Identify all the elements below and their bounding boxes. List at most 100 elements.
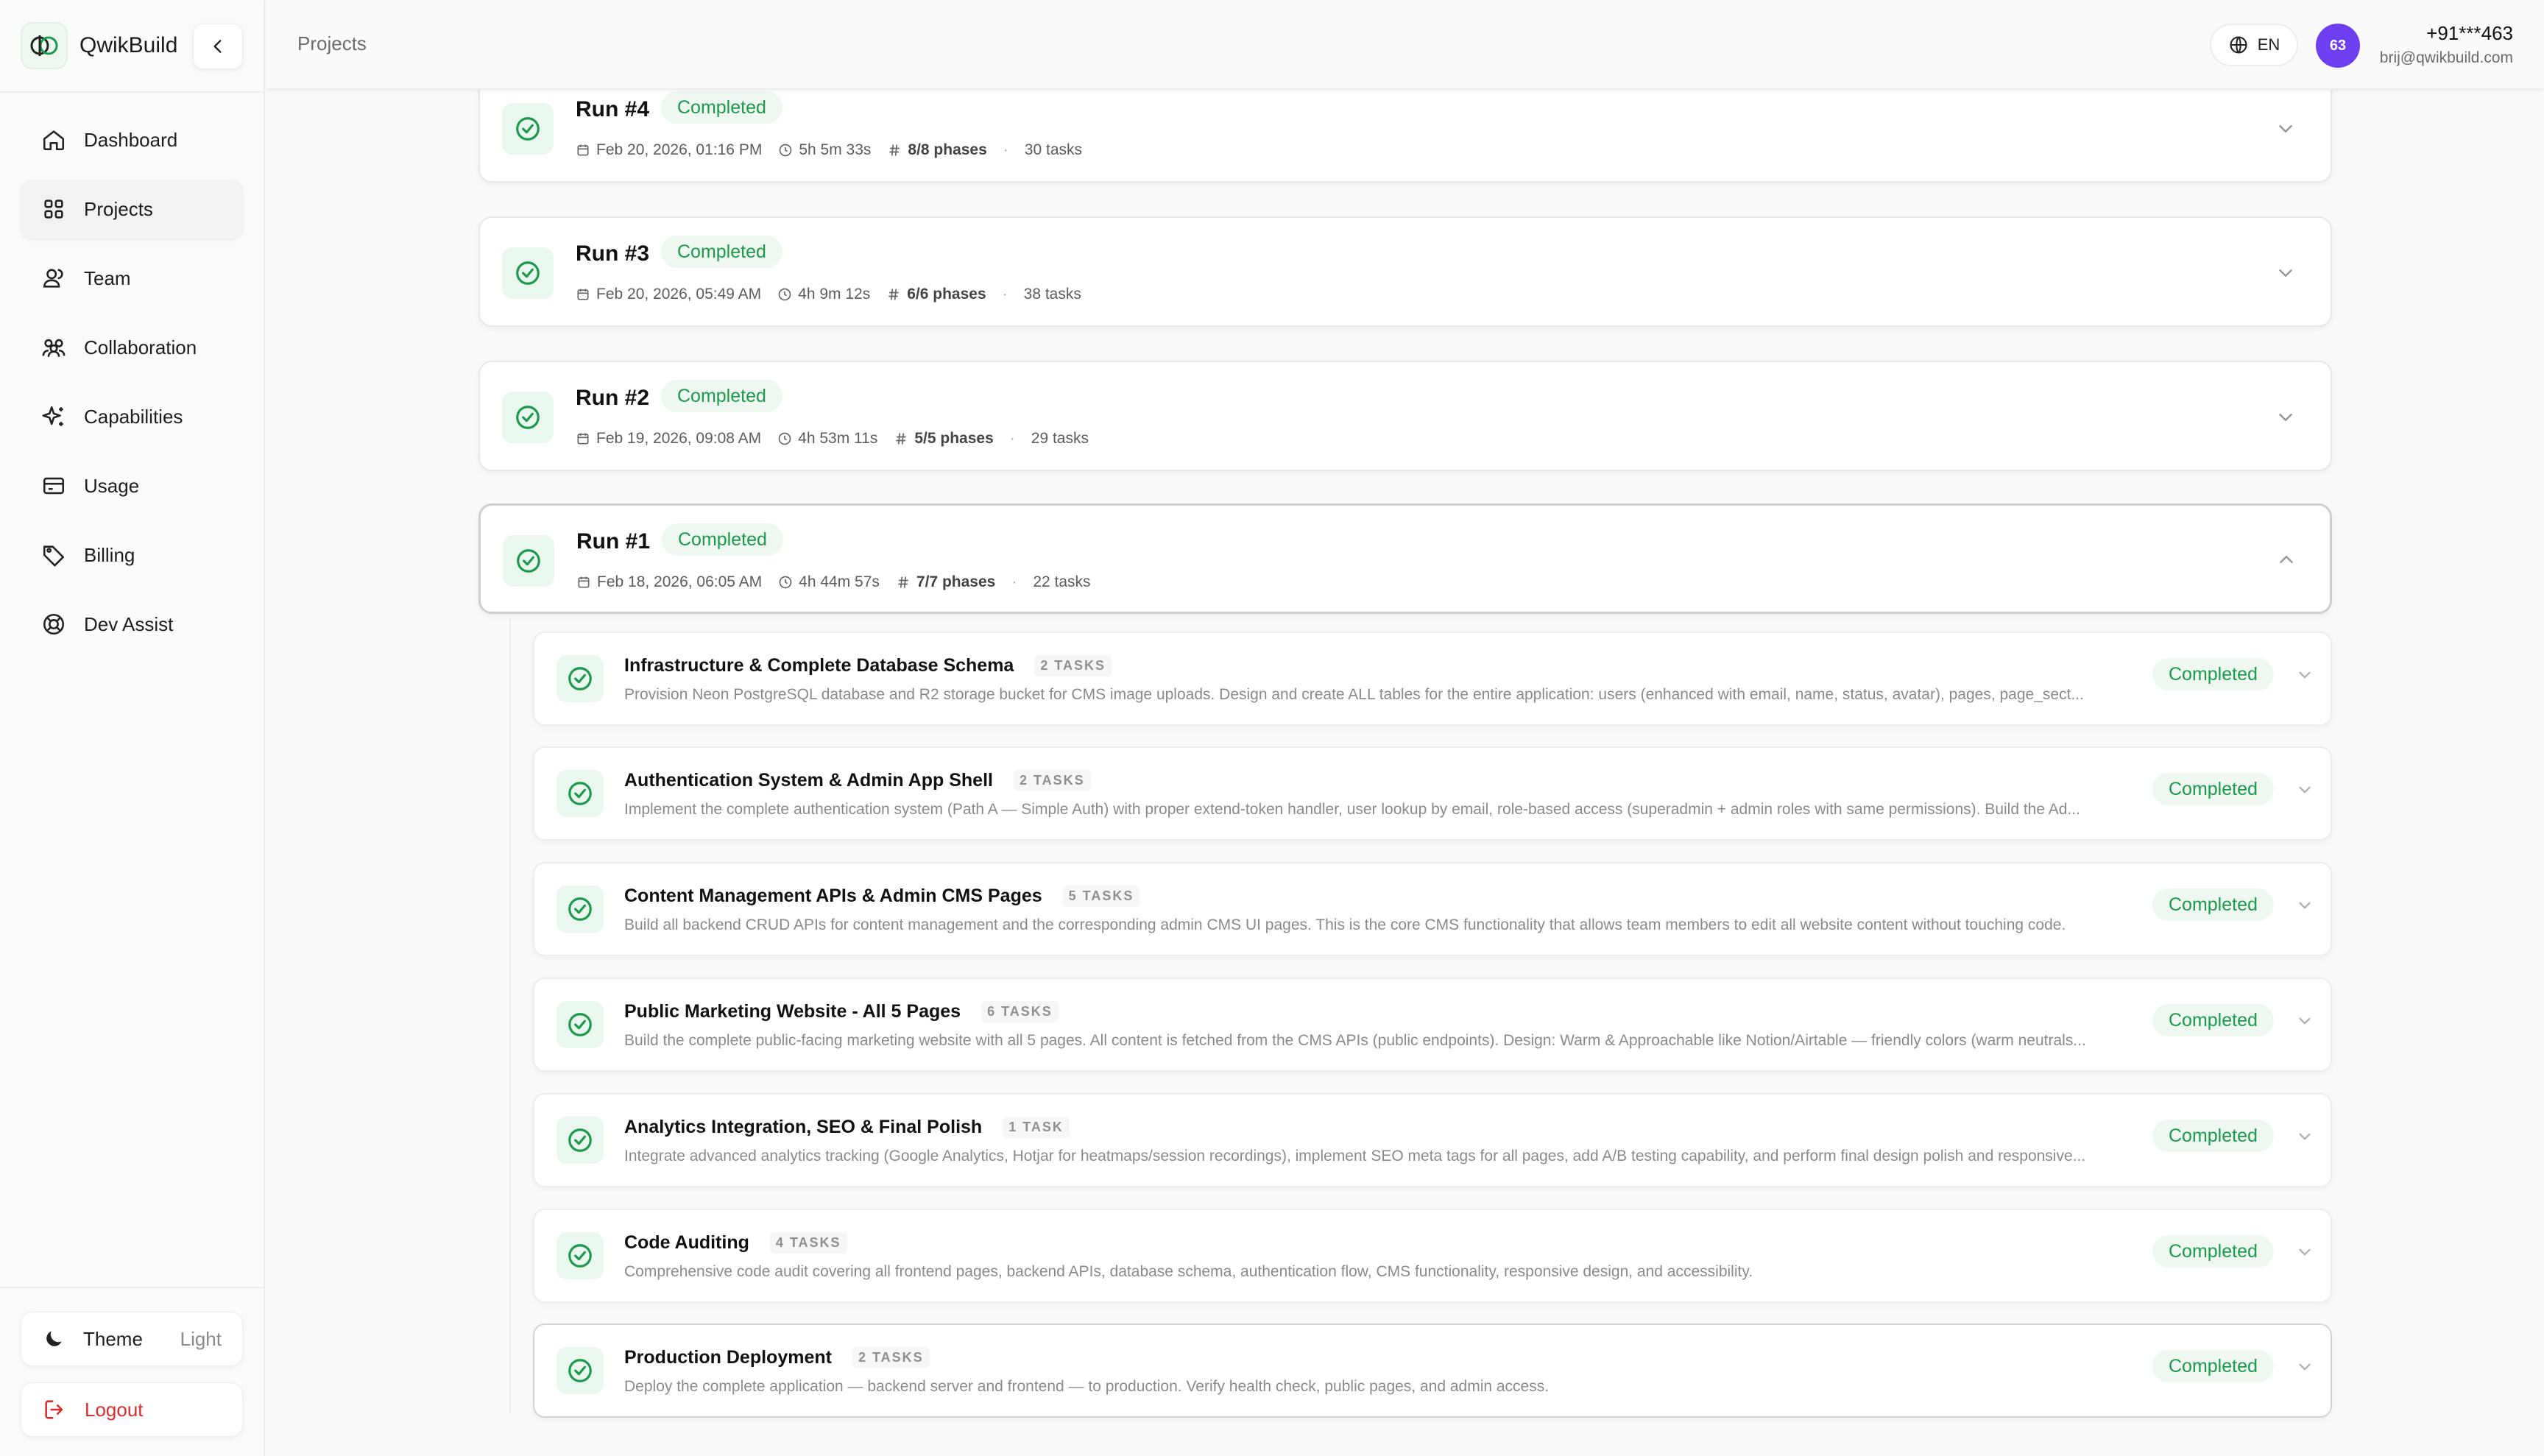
run-title: Run #2 (576, 386, 650, 410)
run-date: Feb 18, 2026, 06:05 AM (597, 573, 763, 590)
run-phases: 8/8 phases (908, 141, 987, 158)
phase-card[interactable]: Production Deployment 2 TASKS Deploy the … (533, 1324, 2332, 1418)
chevron-up-icon[interactable] (2275, 548, 2297, 570)
sparkles-icon (42, 406, 63, 426)
theme-toggle[interactable]: Theme Light (21, 1312, 243, 1366)
status-badge: Completed (661, 236, 782, 268)
run-date: Feb 20, 2026, 05:49 AM (596, 286, 762, 303)
phase-card[interactable]: Code Auditing 4 TASKS Comprehensive code … (533, 1209, 2332, 1303)
run-card-3[interactable]: Run #3 Completed Feb 20, 2026, 05:49 AM … (478, 216, 2332, 327)
user-info[interactable]: +91***463 brij@qwikbuild.com (2380, 22, 2513, 67)
run-duration: 4h 9m 12s (798, 286, 871, 303)
card-icon (43, 477, 65, 495)
chevron-down-icon[interactable] (2295, 896, 2314, 915)
chevron-down-icon[interactable] (2295, 780, 2314, 799)
chevron-down-icon[interactable] (2295, 1357, 2314, 1377)
status-badge: Completed (2152, 1004, 2274, 1036)
check-circle-icon (556, 1117, 604, 1164)
phase-card[interactable]: Authentication System & Admin App Shell 2… (533, 746, 2332, 841)
hash-icon (889, 144, 900, 156)
sidebar-item-projects[interactable]: Projects (21, 180, 243, 238)
phase-card[interactable]: Infrastructure & Complete Database Schem… (533, 632, 2332, 726)
run-tasks: 22 tasks (1033, 573, 1091, 590)
chevron-down-icon[interactable] (2295, 1011, 2314, 1031)
check-circle-icon (556, 1001, 604, 1048)
phase-description: Deploy the complete application — backen… (624, 1378, 1550, 1395)
status-badge: Completed (661, 380, 782, 412)
chevron-down-icon[interactable] (2295, 1127, 2314, 1146)
calendar-icon (577, 289, 589, 300)
breadcrumb[interactable]: Projects (297, 32, 367, 55)
run-phases: 5/5 phases (914, 430, 994, 447)
phase-title-row: Analytics Integration, SEO & Final Polis… (624, 1117, 1070, 1138)
phase-title: Content Management APIs & Admin CMS Page… (624, 886, 1042, 906)
sidebar-item-dashboard[interactable]: Dashboard (21, 110, 243, 169)
phase-card[interactable]: Analytics Integration, SEO & Final Polis… (533, 1093, 2332, 1187)
chevron-down-icon[interactable] (2295, 1243, 2314, 1262)
run-meta: Feb 20, 2026, 05:49 AM 4h 9m 12s 6/6 pha… (576, 286, 1081, 303)
sidebar-item-team[interactable]: Team (21, 249, 243, 308)
phase-card[interactable]: Content Management APIs & Admin CMS Page… (533, 862, 2332, 956)
run-duration: 4h 44m 57s (799, 573, 880, 590)
collapse-sidebar-button[interactable] (193, 24, 243, 69)
run-meta: Feb 20, 2026, 01:16 PM 5h 5m 33s 8/8 pha… (576, 141, 1082, 159)
phase-title-row: Public Marketing Website - All 5 Pages 6 … (624, 1001, 1059, 1022)
run-phases: 7/7 phases (916, 573, 996, 590)
sidebar-item-dev-assist[interactable]: Dev Assist (21, 595, 243, 654)
sidebar: QwikBuild Dashboard Projects Team Collab… (0, 0, 265, 1456)
run-tasks: 29 tasks (1031, 430, 1089, 447)
sidebar-item-label: Collaboration (84, 336, 197, 358)
moon-icon (46, 1331, 62, 1346)
user-phone: +91***463 (2426, 22, 2513, 44)
lifebuoy-icon (43, 613, 65, 635)
status-badge: Completed (662, 523, 783, 556)
sidebar-item-capabilities[interactable]: Capabilities (21, 387, 243, 446)
globe-icon (2230, 36, 2247, 54)
chevron-down-icon[interactable] (2275, 406, 2297, 428)
run-tasks: 30 tasks (1024, 141, 1083, 158)
sidebar-item-collaboration[interactable]: Collaboration (21, 318, 243, 377)
sidebar-item-billing[interactable]: Billing (21, 526, 243, 584)
task-count: 4 TASKS (769, 1232, 847, 1254)
phase-description: Build all backend CRUD APIs for content … (624, 916, 2066, 933)
run-title: Run #3 (576, 241, 650, 266)
logout-label: Logout (85, 1398, 144, 1421)
home-icon (43, 130, 65, 151)
language-selector[interactable]: EN (2210, 24, 2298, 66)
chevron-down-icon[interactable] (2295, 665, 2314, 685)
app-name: QwikBuild (80, 33, 178, 57)
chevron-left-icon (213, 40, 222, 53)
calendar-icon (577, 433, 589, 445)
meta-separator: · (1002, 286, 1008, 303)
check-circle-icon (502, 392, 554, 443)
run-title: Run #4 (576, 97, 650, 121)
clock-icon (778, 288, 791, 301)
sidebar-item-label: Projects (84, 197, 153, 220)
user-email: brij@qwikbuild.com (2379, 49, 2513, 66)
run-card-1[interactable]: Run #1 Completed Feb 18, 2026, 06:05 AM … (478, 503, 2332, 614)
phase-description: Provision Neon PostgreSQL database and R… (624, 686, 2084, 703)
task-count: 2 TASKS (852, 1347, 930, 1368)
sidebar-item-label: Dashboard (84, 128, 178, 151)
phase-title: Production Deployment (624, 1347, 832, 1368)
phase-title-row: Code Auditing 4 TASKS (624, 1232, 847, 1254)
run-duration: 5h 5m 33s (799, 141, 872, 158)
sidebar-item-label: Dev Assist (84, 612, 174, 635)
sidebar-item-label: Team (84, 266, 131, 289)
hash-icon (896, 433, 907, 445)
logout-button[interactable]: Logout (21, 1382, 243, 1437)
sidebar-item-label: Capabilities (84, 405, 183, 428)
run-card-2[interactable]: Run #2 Completed Feb 19, 2026, 09:08 AM … (478, 361, 2332, 471)
calendar-icon (577, 144, 589, 156)
phase-card[interactable]: Public Marketing Website - All 5 Pages 6 … (533, 978, 2332, 1072)
collaboration-icon (42, 339, 66, 357)
check-circle-icon (556, 886, 604, 933)
grid-icon (44, 199, 63, 219)
avatar[interactable]: 63 (2316, 24, 2360, 68)
chevron-down-icon[interactable] (2275, 118, 2297, 140)
sidebar-bottom-divider (0, 1287, 265, 1288)
sidebar-item-usage[interactable]: Usage (21, 456, 243, 515)
status-badge: Completed (2152, 1120, 2274, 1152)
chevron-down-icon[interactable] (2275, 262, 2297, 284)
phase-description: Comprehensive code audit covering all fr… (624, 1263, 1753, 1280)
